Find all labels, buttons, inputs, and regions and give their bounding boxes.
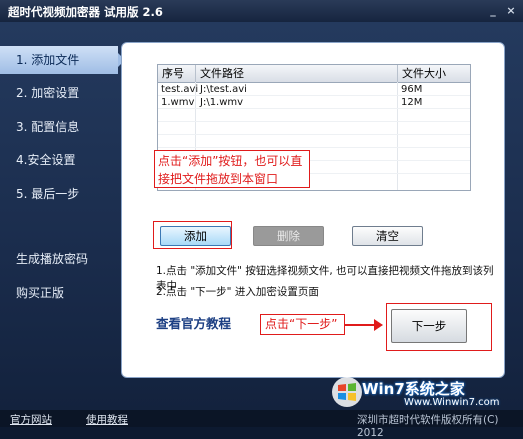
watermark-title: Win7系统之家 [362,380,465,398]
copyright-text: 深圳市超时代软件版权所有(C) 2012 [357,414,499,439]
file-size-cell: 96M [401,84,423,95]
content-panel: 序号 文件路径 文件大小 test.avi J:\test.avi 96M 1.… [121,42,505,378]
table-header: 序号 文件路径 文件大小 [158,65,470,83]
file-path-cell: J:\1.wmv [200,97,244,108]
sidebar-item-final-step[interactable]: 5. 最后一步 [0,180,118,208]
sidebar-item-encrypt-settings[interactable]: 2. 加密设置 [0,79,118,107]
watermark-url: Www.Winwin7.com [404,397,500,408]
official-site-link[interactable]: 官方网站 [10,412,52,427]
file-name-cell: test.avi [161,84,199,95]
arrow-right-icon [374,319,383,331]
table-row[interactable]: 1.wmv J:\1.wmv 12M [158,96,470,109]
title-bar: 超时代视频加密器 试用版 2.6 _ × [0,0,523,22]
column-header-size[interactable]: 文件大小 [398,65,470,82]
window-title: 超时代视频加密器 试用版 2.6 [8,5,163,19]
grid-line [158,134,470,135]
sidebar: 1. 添加文件 2. 加密设置 3. 配置信息 4.安全设置 5. 最后一步 生… [0,22,125,410]
close-button[interactable]: × [504,4,518,17]
clear-button[interactable]: 清空 [352,226,423,246]
sidebar-item-security[interactable]: 4.安全设置 [0,146,118,174]
column-header-path[interactable]: 文件路径 [196,65,398,82]
sidebar-item-add-files[interactable]: 1. 添加文件 [0,46,125,74]
next-instruction-callout: 点击“下一步” [260,314,345,335]
grid-line [158,121,470,122]
minimize-button[interactable]: _ [486,4,500,17]
add-button[interactable]: 添加 [160,226,231,246]
next-step-button[interactable]: 下一步 [391,309,467,343]
add-instruction-callout: 点击“添加”按钮，也可以直接把文件拖放到本窗口 [154,150,310,188]
file-path-cell: J:\test.avi [200,84,247,95]
delete-button[interactable]: 删除 [253,226,324,246]
file-name-cell: 1.wmv [161,97,195,108]
sidebar-item-config-info[interactable]: 3. 配置信息 [0,113,118,141]
file-size-cell: 12M [401,97,423,108]
grid-line [158,147,470,148]
usage-tutorial-link[interactable]: 使用教程 [86,412,128,427]
hint-line-2: 2.点击 "下一步" 进入加密设置页面 [156,286,319,298]
generate-play-password-link[interactable]: 生成播放密码 [16,250,88,267]
official-tutorial-link[interactable]: 查看官方教程 [156,313,231,332]
column-header-index[interactable]: 序号 [158,65,196,82]
windows-logo-icon [332,377,362,407]
bottom-bar: 官方网站 使用教程 深圳市超时代软件版权所有(C) 2012 [0,410,523,439]
buy-license-link[interactable]: 购买正版 [16,284,64,301]
table-row[interactable]: test.avi J:\test.avi 96M [158,83,470,96]
